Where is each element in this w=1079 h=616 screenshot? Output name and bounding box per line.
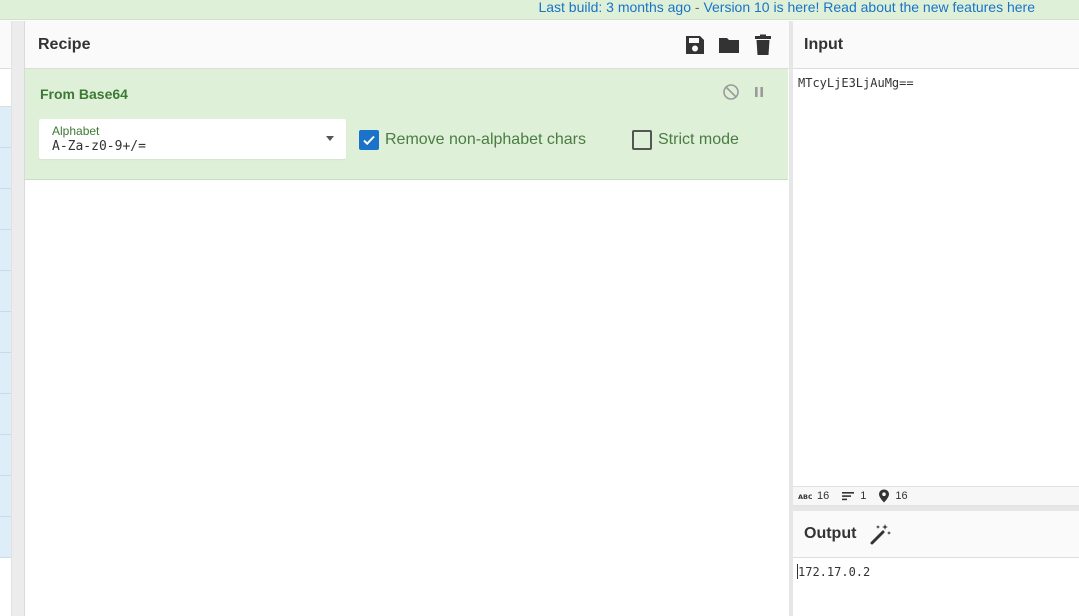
operations-category[interactable] xyxy=(0,353,11,394)
output-header: Output xyxy=(793,511,1079,558)
length-value: 16 xyxy=(817,490,830,502)
operations-panel xyxy=(0,21,12,616)
input-text-area[interactable]: MTcyLjE3LjAuMg== xyxy=(798,76,914,90)
update-banner: Last build: 3 months ago - Version 10 is… xyxy=(0,0,1079,20)
operations-category[interactable] xyxy=(0,394,11,435)
folder-icon[interactable] xyxy=(717,33,741,57)
magic-wand-icon[interactable] xyxy=(868,522,892,546)
checkbox-unchecked-icon[interactable] xyxy=(632,130,652,150)
operations-category[interactable] xyxy=(0,230,11,271)
position-value: 16 xyxy=(895,490,908,502)
recipe-toolbar xyxy=(683,33,775,57)
operations-category[interactable] xyxy=(0,148,11,189)
operations-search[interactable] xyxy=(0,69,11,107)
output-title: Output xyxy=(804,525,857,542)
input-header: Input xyxy=(793,21,1079,69)
banner-separator: - xyxy=(690,0,704,15)
abc-icon: ABC xyxy=(798,493,812,500)
panel-resizer-left[interactable] xyxy=(12,21,25,616)
save-icon[interactable] xyxy=(683,33,707,57)
lines-icon xyxy=(842,492,855,501)
remove-non-alphabet-checkbox[interactable]: Remove non-alphabet chars xyxy=(359,130,586,150)
operations-category[interactable] xyxy=(0,312,11,353)
chevron-down-icon xyxy=(326,136,334,141)
length-stat: ABC 16 xyxy=(798,490,829,502)
version-text-link[interactable]: Version 10 is here! Read about the new f… xyxy=(703,0,1007,15)
output-text-area[interactable]: 172.17.0.2 xyxy=(798,565,870,579)
operations-category[interactable] xyxy=(0,476,11,517)
recipe-panel: Recipe From Base64 Alphabet A-Za-z0-9+/=… xyxy=(25,21,789,616)
operations-header xyxy=(0,21,11,69)
operations-category[interactable] xyxy=(0,271,11,312)
last-build-link[interactable]: Last build: 3 months ago xyxy=(538,0,691,15)
trash-icon[interactable] xyxy=(751,33,775,57)
alphabet-dropdown[interactable]: Alphabet A-Za-z0-9+/= xyxy=(39,119,346,159)
recipe-title: Recipe xyxy=(38,35,91,53)
alphabet-value: A-Za-z0-9+/= xyxy=(52,139,146,154)
here-link[interactable]: here xyxy=(1007,0,1035,15)
strict-mode-label: Strict mode xyxy=(658,131,739,148)
alphabet-label: Alphabet xyxy=(52,124,100,138)
operations-category[interactable] xyxy=(0,517,11,558)
disable-operation-icon[interactable] xyxy=(721,82,741,102)
io-panel: Input MTcyLjE3LjAuMg== ABC 16 1 16 Outpu… xyxy=(793,21,1079,616)
checkbox-checked-icon[interactable] xyxy=(359,130,379,150)
lines-stat: 1 xyxy=(841,490,866,502)
svg-text:ABC: ABC xyxy=(798,493,812,500)
input-status-bar: ABC 16 1 16 xyxy=(793,486,1079,506)
operation-title: From Base64 xyxy=(40,86,128,102)
remove-non-alphabet-label: Remove non-alphabet chars xyxy=(385,131,587,148)
recipe-header: Recipe xyxy=(25,21,789,69)
operations-category[interactable] xyxy=(0,189,11,230)
lines-value: 1 xyxy=(860,490,867,502)
pause-breakpoint-icon[interactable] xyxy=(749,82,769,102)
position-stat: 16 xyxy=(878,489,908,503)
operations-category[interactable] xyxy=(0,435,11,476)
strict-mode-checkbox[interactable]: Strict mode xyxy=(632,130,739,150)
from-base64-operation: From Base64 Alphabet A-Za-z0-9+/= Remove… xyxy=(25,69,788,180)
operations-category[interactable] xyxy=(0,107,11,148)
location-pin-icon xyxy=(879,489,890,503)
input-title: Input xyxy=(804,35,844,53)
